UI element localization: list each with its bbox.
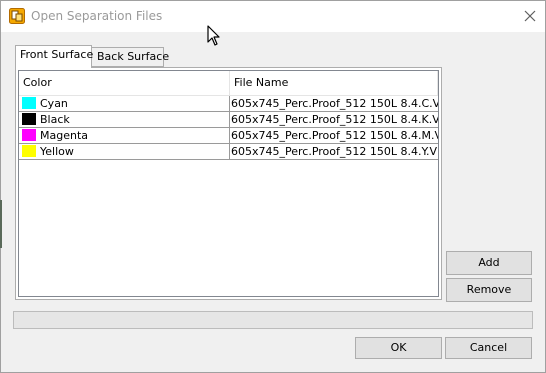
add-button[interactable]: Add <box>446 251 532 275</box>
color-cell: Yellow <box>19 144 230 159</box>
file-name-cell: 605x745_Perc.Proof_512 150L 8.4.K.VPS <box>231 113 439 126</box>
tab-panel-front-surface: Color File Name Cyan 605x745_Perc.Proof_… <box>15 67 442 300</box>
tab-back-surface[interactable]: Back Surface <box>92 47 169 67</box>
progress-bar <box>13 311 533 329</box>
color-cell: Magenta <box>19 128 230 143</box>
color-swatch-yellow <box>22 145 36 157</box>
app-icon <box>9 8 25 24</box>
remove-button[interactable]: Remove <box>446 278 532 302</box>
file-name-cell: 605x745_Perc.Proof_512 150L 8.4.M.VPS <box>231 129 439 142</box>
table-row[interactable]: Cyan 605x745_Perc.Proof_512 150L 8.4.C.V… <box>19 96 439 112</box>
list-header: Color File Name <box>19 71 438 96</box>
file-name-cell: 605x745_Perc.Proof_512 150L 8.4.Y.VPS <box>231 145 439 158</box>
color-name: Black <box>40 113 70 126</box>
close-icon <box>524 10 536 22</box>
window-title: Open Separation Files <box>31 9 163 23</box>
column-header-file-name[interactable]: File Name <box>230 71 438 95</box>
color-name: Cyan <box>40 97 68 110</box>
table-row[interactable]: Black 605x745_Perc.Proof_512 150L 8.4.K.… <box>19 112 439 128</box>
file-name-cell: 605x745_Perc.Proof_512 150L 8.4.C.VPS <box>231 97 439 110</box>
color-swatch-black <box>22 113 36 125</box>
ok-button[interactable]: OK <box>355 337 442 359</box>
color-cell: Cyan <box>19 96 230 111</box>
table-row[interactable]: Yellow 605x745_Perc.Proof_512 150L 8.4.Y… <box>19 144 439 160</box>
close-button[interactable] <box>515 1 545 32</box>
color-swatch-magenta <box>22 129 36 141</box>
color-cell: Black <box>19 112 230 127</box>
title-bar: Open Separation Files <box>1 1 545 32</box>
open-separation-files-dialog: Open Separation Files Front Surface Back… <box>0 0 546 373</box>
color-name: Magenta <box>40 129 89 142</box>
table-row[interactable]: Magenta 605x745_Perc.Proof_512 150L 8.4.… <box>19 128 439 144</box>
tab-front-surface[interactable]: Front Surface <box>15 45 93 68</box>
color-name: Yellow <box>40 145 74 158</box>
mouse-cursor-icon <box>207 25 220 46</box>
background-window-edge <box>0 200 2 248</box>
separation-files-list[interactable]: Color File Name Cyan 605x745_Perc.Proof_… <box>18 70 439 297</box>
color-swatch-cyan <box>22 97 36 109</box>
cancel-button[interactable]: Cancel <box>445 337 532 359</box>
column-header-color[interactable]: Color <box>19 71 230 95</box>
